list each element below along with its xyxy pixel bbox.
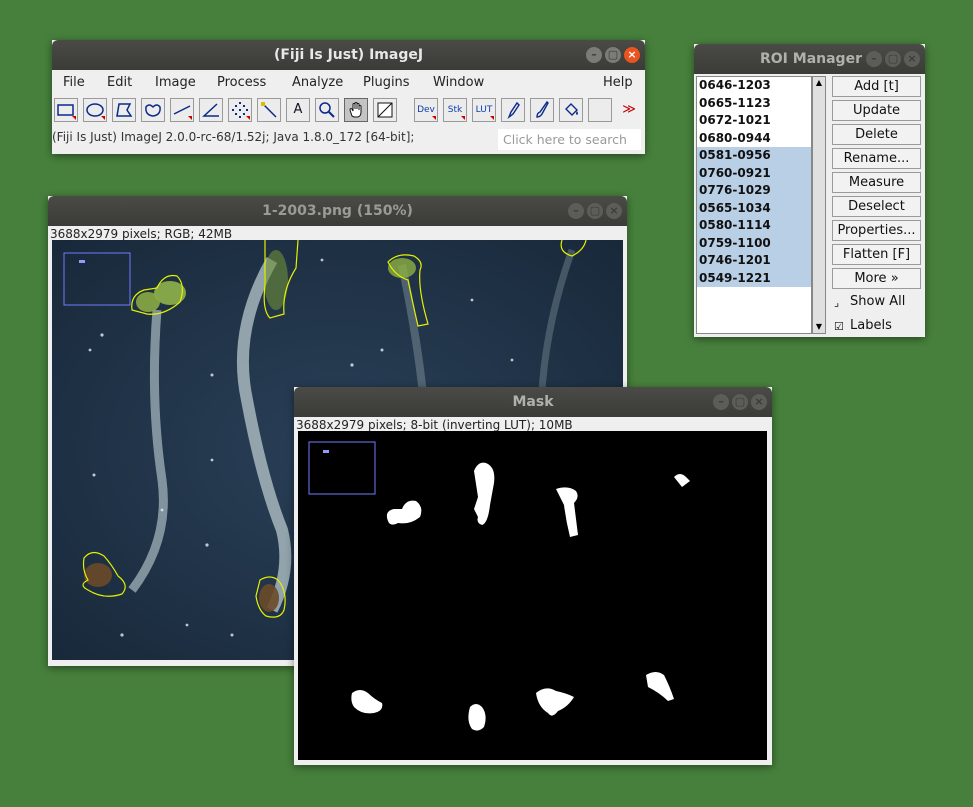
menubar: File Edit Image Process Analyze Plugins … — [52, 70, 645, 94]
roi-list-item[interactable]: 0680-0944 — [697, 130, 811, 148]
more-tools-icon[interactable]: ≫ — [617, 98, 641, 122]
flood-fill-icon[interactable] — [559, 98, 583, 122]
mask-window: Mask – ▢ × 3688x2979 pixels; 8-bit (inve… — [294, 387, 772, 765]
oval-tool-icon[interactable] — [83, 98, 107, 122]
minimize-icon[interactable]: – — [866, 51, 882, 67]
hand-tool-icon[interactable] — [344, 98, 368, 122]
minimize-icon[interactable]: – — [568, 203, 584, 219]
dev-menu-tool[interactable]: Dev — [414, 98, 438, 122]
roi-title: ROI Manager — [760, 51, 862, 67]
menu-image[interactable]: Image — [155, 75, 196, 90]
show-all-checkbox[interactable]: ⌟ Show All — [834, 294, 905, 309]
menu-file[interactable]: File — [63, 75, 85, 90]
lut-menu-tool[interactable]: LUT — [472, 98, 496, 122]
menu-process[interactable]: Process — [217, 75, 266, 90]
roi-list-item[interactable]: 0646-1203 — [697, 77, 811, 95]
rectangle-tool-icon[interactable] — [54, 98, 78, 122]
roi-list-item[interactable]: 0672-1021 — [697, 112, 811, 130]
image-title: 1-2003.png (150%) — [262, 203, 413, 219]
roi-list-item[interactable]: 0580-1114 — [697, 217, 811, 235]
update-button[interactable]: Update — [832, 100, 921, 121]
angle-tool-icon[interactable] — [199, 98, 223, 122]
empty-tool-slot[interactable] — [588, 98, 612, 122]
more-button[interactable]: More » — [832, 268, 921, 289]
maximize-icon[interactable]: ▢ — [732, 394, 748, 410]
mask-canvas[interactable] — [298, 431, 767, 760]
color-picker-icon[interactable] — [373, 98, 397, 122]
roi-list-item[interactable]: 0581-0956 — [697, 147, 811, 165]
mask-titlebar[interactable]: Mask – ▢ × — [294, 387, 772, 417]
rename-button[interactable]: Rename... — [832, 148, 921, 169]
pencil-tool-icon[interactable] — [501, 98, 525, 122]
menu-analyze[interactable]: Analyze — [292, 75, 343, 90]
roi-list[interactable]: 0646-1203 0665-1123 0672-1021 0680-0944 0581… — [696, 76, 812, 334]
maximize-icon[interactable]: ▢ — [587, 203, 603, 219]
maximize-icon[interactable]: ▢ — [885, 51, 901, 67]
line-tool-icon[interactable] — [170, 98, 194, 122]
close-icon[interactable]: × — [606, 203, 622, 219]
status-text: (Fiji Is Just) ImageJ 2.0.0-rc-68/1.52j;… — [52, 130, 415, 144]
menu-help[interactable]: Help — [603, 75, 633, 90]
show-all-label: Show All — [850, 294, 906, 309]
text-tool[interactable]: A — [286, 98, 310, 122]
stk-menu-tool[interactable]: Stk — [443, 98, 467, 122]
labels-label: Labels — [850, 318, 892, 333]
roi-list-item[interactable]: 0759-1100 — [697, 234, 811, 252]
delete-button[interactable]: Delete — [832, 124, 921, 145]
roi-list-item[interactable]: 0746-1201 — [697, 252, 811, 270]
image-info: 3688x2979 pixels; RGB; 42MB — [50, 227, 233, 241]
mask-info: 3688x2979 pixels; 8-bit (inverting LUT);… — [296, 418, 573, 432]
mask-image — [298, 431, 767, 760]
deselect-button[interactable]: Deselect — [832, 196, 921, 217]
polygon-tool-icon[interactable] — [112, 98, 136, 122]
wand-tool-icon[interactable] — [257, 98, 281, 122]
flatten-button[interactable]: Flatten [F] — [832, 244, 921, 265]
maximize-icon[interactable]: ▢ — [605, 47, 621, 63]
labels-checkbox[interactable]: ☑ Labels — [834, 318, 892, 333]
search-input[interactable]: Click here to search — [498, 129, 641, 150]
roi-scrollbar[interactable]: ▲ ▼ — [812, 76, 826, 334]
imagej-main-window: (Fiji Is Just) ImageJ – ▢ × File Edit Im… — [52, 40, 645, 154]
brush-tool-icon[interactable] — [530, 98, 554, 122]
show-all-box: ⌟ — [834, 296, 840, 309]
menu-window[interactable]: Window — [433, 75, 484, 90]
scroll-down-icon[interactable]: ▼ — [813, 321, 825, 333]
toolbar: A Dev Stk LUT ≫ — [52, 96, 645, 126]
minimize-icon[interactable]: – — [713, 394, 729, 410]
add-button[interactable]: Add [t] — [832, 76, 921, 97]
close-icon[interactable]: × — [751, 394, 767, 410]
minimize-icon[interactable]: – — [586, 47, 602, 63]
roi-manager-window: ROI Manager – ▢ × 0646-1203 0665-1123 0672… — [694, 44, 925, 337]
roi-titlebar[interactable]: ROI Manager – ▢ × — [694, 44, 925, 74]
lut-label: LUT — [475, 105, 493, 115]
stk-label: Stk — [447, 105, 463, 115]
image-titlebar[interactable]: 1-2003.png (150%) – ▢ × — [48, 196, 627, 226]
imagej-titlebar[interactable]: (Fiji Is Just) ImageJ – ▢ × — [52, 40, 645, 70]
menu-edit[interactable]: Edit — [107, 75, 132, 90]
roi-list-item[interactable]: 0549-1221 — [697, 269, 811, 287]
roi-list-item[interactable]: 0776-1029 — [697, 182, 811, 200]
mask-title: Mask — [512, 394, 554, 410]
roi-list-item[interactable]: 0665-1123 — [697, 95, 811, 113]
close-icon[interactable]: × — [624, 47, 640, 63]
magnifier-icon[interactable] — [315, 98, 339, 122]
properties-button[interactable]: Properties... — [832, 220, 921, 241]
dev-label: Dev — [417, 105, 435, 115]
imagej-title: (Fiji Is Just) ImageJ — [273, 47, 424, 63]
measure-button[interactable]: Measure — [832, 172, 921, 193]
scroll-up-icon[interactable]: ▲ — [813, 77, 825, 89]
labels-check-icon: ☑ — [834, 320, 844, 333]
close-icon[interactable]: × — [904, 51, 920, 67]
freehand-tool-icon[interactable] — [141, 98, 165, 122]
point-tool-icon[interactable] — [228, 98, 252, 122]
roi-list-item[interactable]: 0760-0921 — [697, 164, 811, 182]
menu-plugins[interactable]: Plugins — [363, 75, 410, 90]
roi-list-item[interactable]: 0565-1034 — [697, 199, 811, 217]
